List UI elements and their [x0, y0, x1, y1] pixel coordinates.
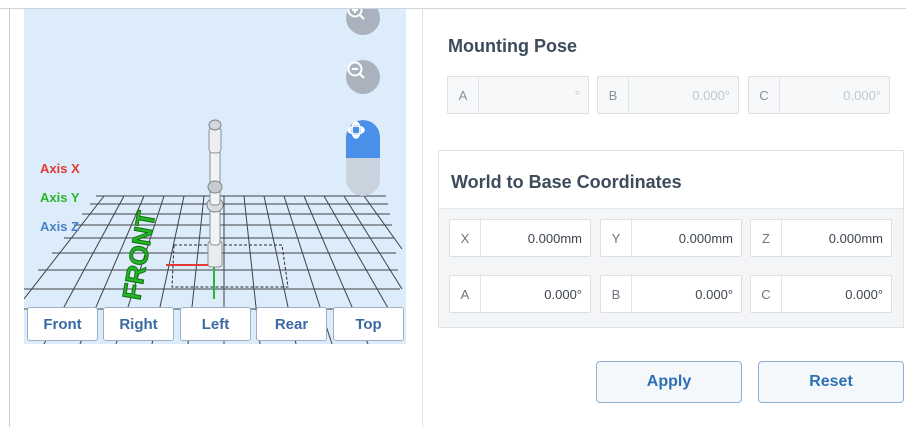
field-label: Z [751, 220, 782, 256]
world-y-field[interactable]: Y 0.000mm [600, 219, 742, 257]
pan-mode-button[interactable] [346, 122, 380, 196]
zoom-out-icon [347, 61, 365, 79]
pan-move-icon [348, 122, 364, 138]
mounting-pose-b-field: B 0.000° [597, 76, 739, 114]
view-top-button[interactable]: Top [333, 307, 404, 341]
window-top-edge [0, 0, 906, 9]
field-value: 0.000° [692, 87, 730, 103]
world-x-field[interactable]: X 0.000mm [449, 219, 591, 257]
field-value[interactable]: 0.000mm [632, 231, 741, 246]
axis-z-label: Axis Z [40, 219, 80, 234]
view-left-button[interactable]: Left [180, 307, 251, 341]
world-z-field[interactable]: Z 0.000mm [750, 219, 892, 257]
field-label: C [749, 77, 780, 113]
floor-front-text: FRONT [116, 209, 161, 303]
axis-y-label: Axis Y [40, 190, 80, 205]
left-border [9, 8, 10, 427]
reset-button[interactable]: Reset [758, 361, 904, 403]
view-front-button[interactable]: Front [27, 307, 98, 341]
field-label: X [450, 220, 481, 256]
world-a-field[interactable]: A 0.000° [449, 275, 591, 313]
view-right-button[interactable]: Right [103, 307, 174, 341]
field-value[interactable]: 0.000° [632, 287, 741, 302]
field-label: B [598, 77, 629, 113]
panel-divider [422, 8, 423, 427]
axis-x-label: Axis X [40, 161, 80, 176]
world-c-field[interactable]: C 0.000° [750, 275, 892, 313]
mounting-pose-title: Mounting Pose [448, 36, 577, 56]
field-label: C [751, 276, 782, 312]
field-label: A [450, 276, 481, 312]
field-value[interactable]: 0.000° [481, 287, 590, 302]
field-value: 0.000° [843, 87, 881, 103]
robot-3d-viewport[interactable]: FRONT Axis X Axis Y Axis Z Front Right L… [24, 9, 406, 344]
field-label: A [448, 77, 479, 113]
field-label: Y [601, 220, 632, 256]
world-b-field[interactable]: B 0.000° [600, 275, 742, 313]
mounting-pose-c-field: C 0.000° [748, 76, 890, 114]
apply-button[interactable]: Apply [596, 361, 742, 403]
zoom-in-icon [347, 9, 365, 20]
field-value[interactable]: 0.000° [782, 287, 891, 302]
view-rear-button[interactable]: Rear [256, 307, 327, 341]
field-value[interactable]: 0.000mm [782, 231, 891, 246]
zoom-out-button[interactable] [346, 60, 380, 94]
field-value: ° [574, 87, 580, 103]
mounting-pose-a-field: A ° [447, 76, 589, 114]
robot-arm [206, 119, 224, 268]
field-label: B [601, 276, 632, 312]
field-value[interactable]: 0.000mm [481, 231, 590, 246]
world-to-base-title: World to Base Coordinates [451, 172, 682, 192]
view-mode-toggle[interactable] [346, 120, 380, 196]
